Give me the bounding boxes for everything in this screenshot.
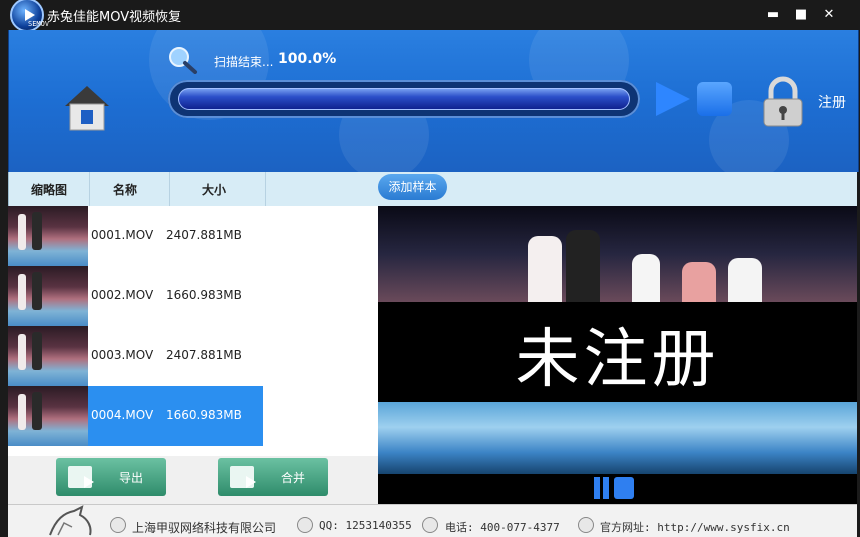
company-name: 上海甲驭网络科技有限公司 xyxy=(132,521,277,535)
file-thumbnail xyxy=(8,386,88,446)
footer: 上海甲驭网络科技有限公司 QQ: 1253140355 电话: 400-077-… xyxy=(8,504,857,537)
file-list: 0001.MOV 2407.881MB 0002.MOV 1660.983MB … xyxy=(8,206,378,456)
file-thumbnail xyxy=(8,326,88,386)
file-size: 1660.983MB xyxy=(166,288,242,302)
register-link[interactable]: 注册 xyxy=(818,92,846,112)
file-size: 2407.881MB xyxy=(166,228,242,242)
title-bar: SEMOV 赤兔佳能MOV视频恢复 ▬ ■ ✕ xyxy=(0,0,860,32)
action-bar: 导出 合并 xyxy=(8,456,378,504)
file-thumbnail xyxy=(8,206,88,266)
file-row[interactable]: 0001.MOV 2407.881MB xyxy=(8,206,378,266)
app-logo-icon: SEMOV xyxy=(10,0,49,32)
file-row[interactable]: 0003.MOV 2407.881MB xyxy=(8,326,378,386)
minimize-button[interactable]: ▬ xyxy=(764,6,782,24)
preview-frame-top xyxy=(378,206,857,302)
stop-button[interactable] xyxy=(697,82,732,116)
file-name: 0003.MOV xyxy=(91,348,154,362)
qq-icon xyxy=(297,517,313,533)
horse-logo-icon xyxy=(49,505,92,536)
video-preview: 未注册 xyxy=(378,206,857,504)
window-title: 赤兔佳能MOV视频恢复 xyxy=(47,10,182,25)
file-thumbnail xyxy=(8,266,88,326)
company-icon xyxy=(110,517,126,533)
header-panel: 扫描结束... 100.0% 注册 xyxy=(8,30,859,172)
unregistered-watermark: 未注册 xyxy=(515,323,720,397)
website-link[interactable]: 官方网址: http://www.sysfix.cn xyxy=(600,519,790,535)
home-icon[interactable] xyxy=(61,82,113,134)
file-name: 0002.MOV xyxy=(91,288,154,302)
file-row-selected[interactable]: 0004.MOV 1660.983MB xyxy=(8,386,263,446)
merge-button[interactable]: 合并 xyxy=(218,458,328,496)
maximize-button[interactable]: ■ xyxy=(792,6,810,24)
phone-icon xyxy=(422,517,438,533)
export-button[interactable]: 导出 xyxy=(56,458,166,496)
lock-icon[interactable] xyxy=(761,76,805,128)
close-button[interactable]: ✕ xyxy=(820,6,838,24)
file-row[interactable]: 0002.MOV 1660.983MB xyxy=(8,266,378,326)
phone-number: 电话: 400-077-4377 xyxy=(445,521,560,534)
app-logo-text: SEMOV xyxy=(28,20,50,28)
pause-icon[interactable] xyxy=(592,477,642,499)
scan-progress-bar xyxy=(168,80,640,118)
file-name: 0001.MOV xyxy=(91,228,154,242)
export-label: 导出 xyxy=(118,471,143,485)
column-thumbnail: 缩略图 xyxy=(31,183,68,197)
play-button[interactable] xyxy=(656,82,690,116)
file-size: 2407.881MB xyxy=(166,348,242,362)
add-sample-button[interactable]: 添加样本 xyxy=(378,174,447,200)
column-name: 名称 xyxy=(113,183,138,197)
scan-status-text: 扫描结束... xyxy=(214,55,274,69)
qq-number: QQ: 1253140355 xyxy=(319,519,412,532)
file-name: 0004.MOV xyxy=(91,408,154,422)
file-list-header: 缩略图 名称 大小 xyxy=(8,172,379,206)
scan-progress-fill xyxy=(178,88,630,110)
merge-label: 合并 xyxy=(280,471,305,485)
website-icon xyxy=(578,517,594,533)
progress-percent: 100.0% xyxy=(278,51,337,67)
preview-frame-bottom xyxy=(378,402,857,474)
search-icon xyxy=(169,47,197,74)
file-size: 1660.983MB xyxy=(166,408,242,422)
preview-toolbar: 添加样本 xyxy=(378,172,857,206)
column-size: 大小 xyxy=(202,183,227,197)
